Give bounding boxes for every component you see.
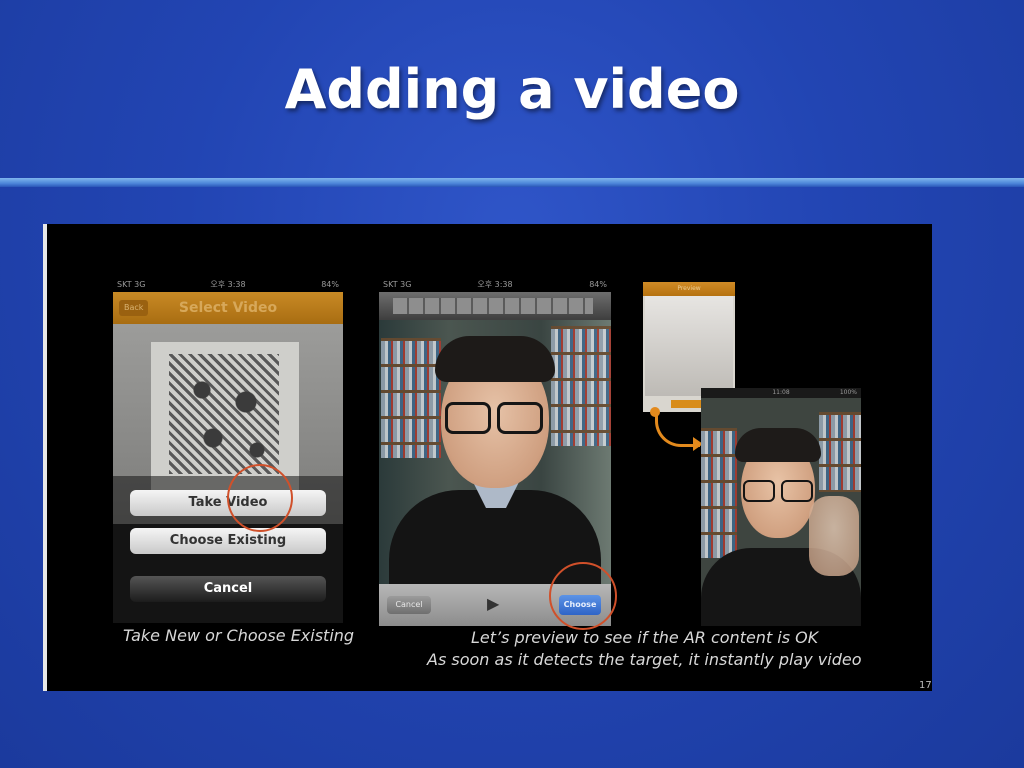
- battery-label: 100%: [839, 389, 857, 396]
- person-hair: [735, 428, 821, 462]
- video-frame: [379, 320, 611, 590]
- status-bar: SKT 3G 오후 3:38 84%: [379, 278, 611, 292]
- bookshelf-left: [701, 428, 737, 558]
- status-time: 오후 3:38: [210, 280, 246, 289]
- glasses: [743, 480, 815, 502]
- status-bar: SKT 3G 오후 3:38 84%: [113, 278, 343, 292]
- glasses-lens-left: [743, 480, 775, 502]
- glasses-lens-left: [445, 402, 491, 434]
- camera-preview: [645, 296, 733, 396]
- bookshelf-left: [381, 338, 441, 458]
- caption-right-line1: Let’s preview to see if the AR content i…: [471, 628, 819, 647]
- cancel-button[interactable]: Cancel: [130, 576, 326, 602]
- play-icon[interactable]: ▶: [487, 594, 499, 614]
- bookshelf-right: [819, 412, 861, 492]
- cancel-button[interactable]: Cancel: [387, 596, 431, 614]
- slide-title: Adding a video: [284, 58, 740, 121]
- nav-title: Preview: [677, 285, 701, 292]
- phone-ar-playing: 11:08 100%: [701, 388, 861, 626]
- caption-right-line2: As soon as it detects the target, it ins…: [427, 650, 862, 669]
- glasses-lens-right: [781, 480, 813, 502]
- status-time: 오후 3:38: [477, 280, 513, 289]
- nav-bar: Back Select Video: [113, 292, 343, 324]
- action-sheet: Take Video Choose Existing Cancel: [113, 476, 343, 623]
- page-number: 17: [919, 680, 932, 691]
- screenshot-panel: SKT 3G 오후 3:38 84% Back Select Video Tak…: [43, 224, 932, 691]
- status-time: 11:08: [772, 389, 790, 396]
- panel-edge: [43, 224, 47, 691]
- phone-select-video: SKT 3G 오후 3:38 84% Back Select Video Tak…: [113, 278, 343, 623]
- status-bar: 11:08 100%: [701, 388, 861, 398]
- battery-label: 84%: [321, 280, 339, 289]
- nav-title: Select Video: [178, 300, 278, 316]
- bookshelf-right: [551, 326, 611, 446]
- choose-existing-button[interactable]: Choose Existing: [130, 528, 326, 554]
- glasses-lens-right: [497, 402, 543, 434]
- highlight-circle-choose: [549, 562, 617, 630]
- glasses: [445, 402, 545, 434]
- poster-artwork: [169, 354, 279, 474]
- caption-left: Take New or Choose Existing: [123, 626, 355, 645]
- video-scrubber[interactable]: [379, 292, 611, 320]
- title-divider: [0, 178, 1024, 187]
- highlight-circle-take-video: [227, 464, 293, 532]
- waving-hand: [809, 496, 859, 576]
- battery-label: 84%: [589, 280, 607, 289]
- person-hair: [435, 336, 555, 382]
- scrubber-frames: [393, 298, 593, 314]
- nav-bar: Preview: [643, 282, 735, 296]
